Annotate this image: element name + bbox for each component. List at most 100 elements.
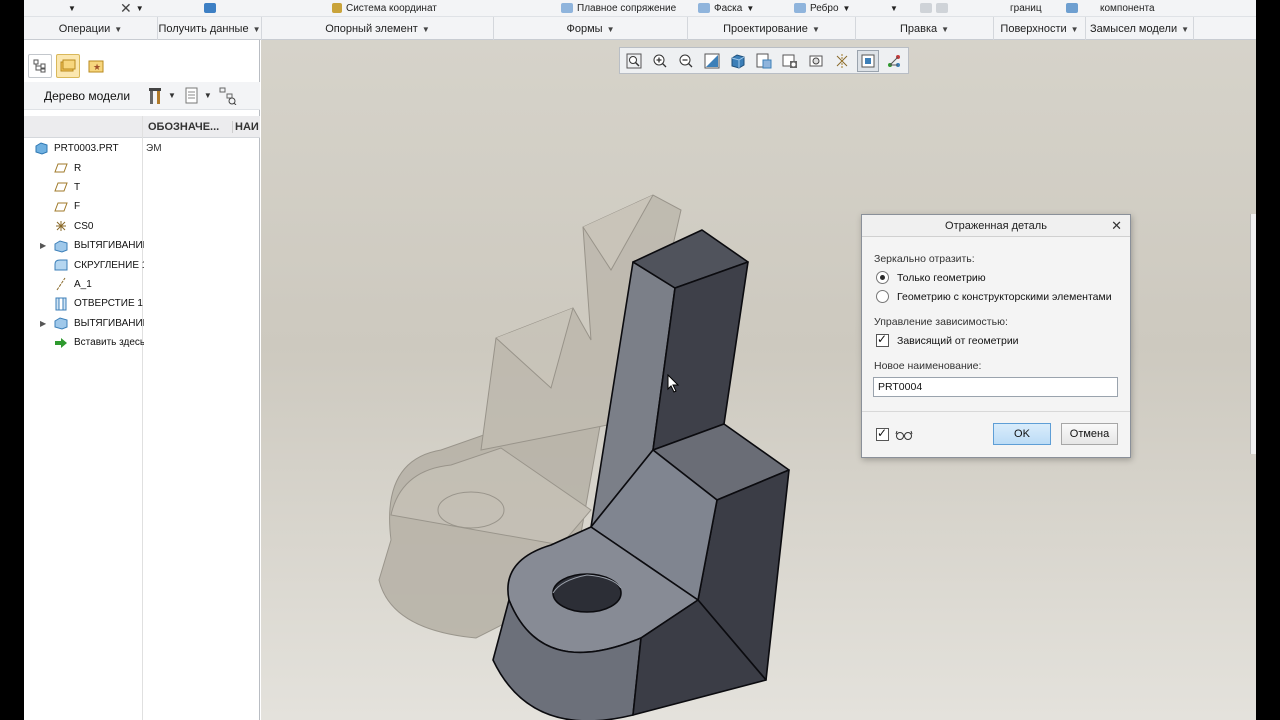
boundary-label: границ	[1010, 2, 1042, 14]
tree-tools-icon[interactable]	[146, 86, 166, 106]
group-shapes[interactable]: Формы ▼	[494, 17, 688, 41]
cancel-button[interactable]: Отмена	[1061, 423, 1118, 445]
tree-item-label: PRT0003.PRT	[54, 143, 119, 155]
radio-geometry-only[interactable]: Только геометрию	[876, 271, 986, 284]
checkbox-dependent-on-geometry[interactable]: Зависящий от геометрии	[876, 332, 1019, 347]
chevron-down-icon[interactable]: ▼	[204, 91, 212, 100]
mirror-part-dialog: Отраженная деталь ✕ Зеркально отразить: …	[861, 214, 1131, 458]
group-get-data-label: Получить данные	[158, 23, 249, 35]
folder-icon	[60, 59, 76, 72]
component-button[interactable]: компонента	[1066, 0, 1155, 16]
left-edge-bar	[0, 0, 24, 720]
checkbox[interactable]	[876, 332, 889, 347]
ribbon-groups: Операции ▼ Получить данные ▼ Опорный элеме…	[24, 16, 1256, 41]
group-model-intent[interactable]: Замысел модели ▼	[1086, 17, 1194, 41]
tree-item-label: A_1	[74, 278, 92, 290]
datum-plane-icon	[54, 200, 68, 214]
tree-item-extrude-1[interactable]: ▶ ВЫТЯГИВАНИЕ 1	[24, 236, 260, 255]
get-data-icon[interactable]	[204, 0, 216, 16]
blend-icon	[561, 3, 573, 13]
chevron-down-icon: ▼	[941, 24, 950, 34]
coordinate-system-icon	[54, 219, 68, 233]
panel-title: Дерево модели	[44, 88, 131, 103]
group-surfaces-label: Поверхности	[1000, 23, 1067, 35]
part-icon	[34, 142, 48, 156]
tree-item-part[interactable]: PRT0003.PRT ЭМ	[24, 139, 260, 158]
smooth-blend-label: Плавное сопряжение	[577, 2, 677, 14]
boundary-button[interactable]: границ	[1010, 0, 1042, 16]
model-tree-icon	[33, 59, 46, 73]
radio-button[interactable]	[876, 290, 889, 303]
tree-item-plane-t[interactable]: T	[24, 178, 260, 197]
coord-system-icon	[332, 3, 342, 13]
preview-toggle[interactable]	[876, 426, 913, 441]
datum-plane-icon	[54, 180, 68, 194]
expand-arrow-icon[interactable]: ▶	[40, 319, 46, 328]
ribbon: ▼ ✕ ▼ Система координат Плавное сопряжени…	[24, 0, 1256, 41]
new-name-input[interactable]	[873, 377, 1118, 397]
group-get-data[interactable]: Получить данные ▼	[158, 17, 262, 41]
chamfer-icon	[698, 3, 710, 13]
dependency-section-label: Управление зависимостью:	[874, 316, 1008, 328]
tree-item-csys[interactable]: CS0	[24, 217, 260, 236]
round-icon	[54, 258, 68, 272]
expand-arrow-icon[interactable]: ▶	[40, 241, 46, 250]
chamfer-button[interactable]: Фаска ▼	[698, 0, 754, 16]
radio-geometry-with-features[interactable]: Геометрию с конструкторскими элементами	[876, 290, 1112, 303]
chevron-down-icon: ▼	[421, 24, 430, 34]
rib-button[interactable]: Ребро ▼	[794, 0, 850, 16]
column-name[interactable]: НАИ	[232, 120, 260, 133]
tree-item-axis[interactable]: A_1	[24, 275, 260, 294]
tree-item-label: СКРУГЛЕНИЕ 1	[74, 259, 144, 271]
group-editing[interactable]: Правка ▼	[856, 17, 994, 41]
show-settings-icon[interactable]	[182, 86, 202, 106]
column-designation[interactable]: ОБОЗНАЧЕ...	[148, 121, 228, 133]
coord-system-button[interactable]: Система координат	[332, 0, 437, 16]
ribbon-close-icon[interactable]: ✕ ▼	[120, 0, 144, 16]
tree-item-plane-r[interactable]: R	[24, 158, 260, 177]
rib-icon	[794, 3, 806, 13]
group-engineering[interactable]: Проектирование ▼	[688, 17, 856, 41]
tree-item-round[interactable]: СКРУГЛЕНИЕ 1	[24, 255, 260, 274]
close-icon[interactable]: ✕	[1111, 218, 1122, 234]
group-editing-label: Правка	[899, 23, 938, 35]
tree-item-hole[interactable]: ОТВЕРСТИЕ 1	[24, 294, 260, 313]
group-model-intent-label: Замысел модели	[1089, 23, 1178, 35]
insert-arrow-icon	[54, 336, 68, 350]
tree-item-label: T	[74, 181, 81, 193]
tab-folder-browser[interactable]	[56, 54, 80, 78]
tree-item-extrude-2[interactable]: ▶ ВЫТЯГИВАНИЕ 2	[24, 314, 260, 333]
chevron-down-icon[interactable]: ▼	[168, 91, 176, 100]
group-operations[interactable]: Операции ▼	[24, 17, 158, 41]
radio-button-selected[interactable]	[876, 271, 889, 284]
dialog-titlebar[interactable]: Отраженная деталь ✕	[862, 215, 1130, 237]
chamfer-label: Фаска	[714, 2, 743, 14]
tree-item-label: CS0	[74, 220, 94, 232]
model-tree: PRT0003.PRT ЭМ R T F CS0 ▶ ВЫТЯГИВАНИЕ 1…	[24, 139, 260, 352]
editing-icons[interactable]	[920, 0, 948, 16]
mouse-cursor-icon	[667, 374, 680, 393]
preview-checkbox[interactable]	[876, 426, 889, 441]
tree-item-insert-here[interactable]: Вставить здесь	[24, 333, 260, 352]
smooth-blend-button[interactable]: Плавное сопряжение	[561, 0, 676, 16]
rib-label: Ребро	[810, 2, 839, 14]
tree-item-label: ВЫТЯГИВАНИЕ 2	[74, 317, 144, 329]
tree-item-value: ЭМ	[146, 143, 162, 155]
group-datum[interactable]: Опорный элемент ▼	[262, 17, 494, 41]
tab-favorites[interactable]: ★	[84, 54, 108, 78]
preview-glasses-icon[interactable]	[895, 429, 913, 441]
group-surfaces[interactable]: Поверхности ▼	[994, 17, 1086, 41]
component-label: компонента	[1100, 2, 1155, 14]
ok-button[interactable]: OK	[993, 423, 1051, 445]
tree-item-plane-f[interactable]: F	[24, 197, 260, 216]
group-shapes-label: Формы	[566, 23, 603, 35]
ribbon-dropdown-icon[interactable]: ▼	[68, 0, 76, 16]
tab-model-tree[interactable]	[28, 54, 52, 78]
extrude-icon	[54, 316, 68, 330]
chevron-down-icon: ▼	[811, 24, 820, 34]
right-collapsed-panel	[1250, 214, 1256, 454]
tree-filter-icon[interactable]	[218, 86, 238, 106]
editing-dropdown-icon[interactable]: ▼	[890, 0, 898, 16]
new-name-label: Новое наименование:	[874, 360, 982, 372]
checkbox-label: Зависящий от геометрии	[897, 334, 1019, 347]
